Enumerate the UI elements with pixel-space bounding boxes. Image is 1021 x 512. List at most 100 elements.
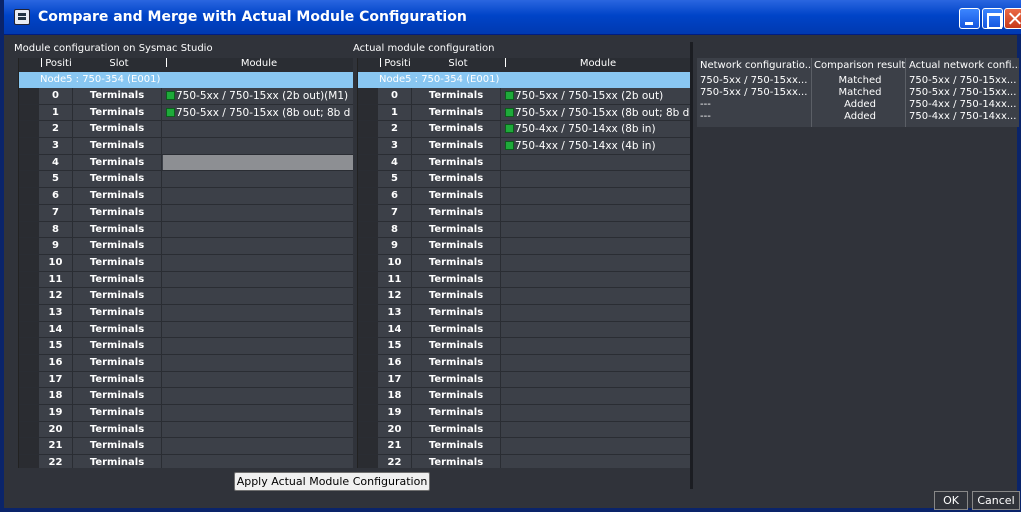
column-header-slot[interactable]: Slot xyxy=(79,58,159,69)
module-cell[interactable] xyxy=(163,372,353,388)
table-row[interactable]: 0 Terminals 750-5xx / 750-15xx (2b out)(M1… xyxy=(19,88,353,105)
module-cell[interactable] xyxy=(502,405,692,421)
table-row[interactable]: 10 Terminals xyxy=(358,254,692,272)
comparison-row[interactable]: 750-5xx / 750-15xx... Matched 750-5xx / 75… xyxy=(697,87,1019,99)
table-row[interactable]: 15 Terminals xyxy=(358,338,692,355)
ok-button[interactable]: OK xyxy=(934,491,968,510)
title-bar[interactable]: Compare and Merge with Actual Module Con… xyxy=(4,0,1021,35)
close-button[interactable] xyxy=(1004,8,1021,29)
comparison-table[interactable]: Network configuratio... Comparison resul… xyxy=(697,58,1019,127)
table-row[interactable]: 17 Terminals xyxy=(358,371,692,389)
module-cell[interactable] xyxy=(163,438,353,454)
apply-actual-config-button[interactable]: Apply Actual Module Configuration xyxy=(234,472,430,491)
minimize-button[interactable] xyxy=(959,8,980,29)
table-row[interactable]: 19 Terminals xyxy=(19,405,353,422)
module-cell[interactable] xyxy=(502,171,692,187)
module-cell[interactable] xyxy=(163,188,353,204)
table-row[interactable]: 14 Terminals xyxy=(19,321,353,339)
actual-module-grid[interactable]: Positi Slot Module Node5 : 750-354 (E001… xyxy=(357,58,692,468)
table-row[interactable]: 2 Terminals xyxy=(19,121,353,139)
table-row[interactable]: 7 Terminals xyxy=(358,204,692,222)
module-cell[interactable] xyxy=(502,222,692,238)
table-row[interactable]: 22 Terminals xyxy=(358,455,692,468)
column-header-network-config[interactable]: Network configuratio... xyxy=(700,60,810,74)
table-row[interactable]: 13 Terminals xyxy=(358,304,692,322)
table-row[interactable]: 6 Terminals xyxy=(358,188,692,205)
table-row[interactable]: 12 Terminals xyxy=(19,288,353,305)
table-row[interactable]: 20 Terminals xyxy=(358,421,692,439)
module-cell[interactable] xyxy=(502,455,692,468)
module-cell[interactable] xyxy=(163,238,353,254)
column-header-position[interactable]: Positi xyxy=(42,58,75,69)
column-header-module[interactable]: Module xyxy=(169,58,349,69)
module-cell[interactable] xyxy=(163,171,353,187)
module-cell[interactable] xyxy=(163,288,353,304)
module-cell[interactable] xyxy=(163,388,353,404)
table-row[interactable]: 21 Terminals xyxy=(19,438,353,456)
module-cell[interactable] xyxy=(502,255,692,271)
table-row[interactable]: 8 Terminals xyxy=(358,221,692,239)
module-cell[interactable] xyxy=(163,355,353,371)
module-cell[interactable] xyxy=(502,238,692,254)
panel-divider[interactable] xyxy=(690,42,693,489)
module-cell[interactable]: 750-4xx / 750-14xx (8b in) xyxy=(502,121,692,137)
node-row[interactable]: Node5 : 750-354 (E001) xyxy=(358,72,692,88)
column-header-module[interactable]: Module xyxy=(508,58,688,69)
table-row[interactable]: 14 Terminals xyxy=(358,321,692,339)
module-cell[interactable] xyxy=(163,272,353,288)
table-row[interactable]: 7 Terminals xyxy=(19,204,353,222)
cancel-button[interactable]: Cancel xyxy=(972,491,1020,510)
table-row[interactable]: 1 Terminals 750-5xx / 750-15xx (8b out; 8b… xyxy=(19,104,353,122)
module-cell[interactable] xyxy=(502,388,692,404)
module-cell[interactable] xyxy=(163,322,353,338)
module-cell[interactable] xyxy=(502,305,692,321)
table-row[interactable]: 15 Terminals xyxy=(19,338,353,355)
table-row[interactable]: 20 Terminals xyxy=(19,421,353,439)
table-row[interactable]: 12 Terminals xyxy=(358,288,692,305)
column-header-position[interactable]: Positi xyxy=(381,58,414,69)
module-cell[interactable]: 750-5xx / 750-15xx (2b out)(M1) xyxy=(163,88,353,104)
table-row[interactable]: 16 Terminals xyxy=(19,355,353,372)
module-cell[interactable]: 750-5xx / 750-15xx (8b out; 8b d xyxy=(163,105,353,121)
module-cell[interactable] xyxy=(163,338,353,354)
module-cell[interactable] xyxy=(163,205,353,221)
table-row[interactable]: 8 Terminals xyxy=(19,221,353,239)
column-header-slot[interactable]: Slot xyxy=(418,58,498,69)
table-row[interactable]: 0 Terminals 750-5xx / 750-15xx (2b out) xyxy=(358,88,692,105)
table-row[interactable]: 2 Terminals 750-4xx / 750-14xx (8b in) xyxy=(358,121,692,139)
module-cell[interactable] xyxy=(502,155,692,171)
table-row[interactable]: 16 Terminals xyxy=(358,355,692,372)
module-cell[interactable] xyxy=(163,422,353,438)
table-row[interactable]: 3 Terminals xyxy=(19,138,353,155)
table-row[interactable]: 21 Terminals xyxy=(358,438,692,456)
module-cell[interactable] xyxy=(502,422,692,438)
module-cell[interactable] xyxy=(502,372,692,388)
table-row[interactable]: 19 Terminals xyxy=(358,405,692,422)
comparison-row[interactable]: 750-5xx / 750-15xx... Matched 750-5xx / 75… xyxy=(697,75,1019,87)
module-cell[interactable]: 750-5xx / 750-15xx (2b out) xyxy=(502,88,692,104)
comparison-row[interactable]: --- Added 750-4xx / 750-14xx... xyxy=(697,111,1019,123)
module-cell[interactable] xyxy=(163,222,353,238)
column-header-comparison-result[interactable]: Comparison result xyxy=(814,60,906,74)
module-cell[interactable] xyxy=(502,272,692,288)
module-cell[interactable] xyxy=(502,322,692,338)
table-row[interactable]: 13 Terminals xyxy=(19,304,353,322)
module-cell[interactable] xyxy=(163,154,353,171)
node-row[interactable]: Node5 : 750-354 (E001) xyxy=(19,72,353,88)
module-cell[interactable] xyxy=(502,288,692,304)
table-row[interactable]: 6 Terminals xyxy=(19,188,353,205)
table-row[interactable]: 3 Terminals 750-4xx / 750-14xx (4b in) xyxy=(358,138,692,155)
module-cell[interactable]: 750-5xx / 750-15xx (8b out; 8b d xyxy=(502,105,692,121)
sysmac-module-grid[interactable]: Positi Slot Module Node5 : 750-354 (E001… xyxy=(18,58,353,468)
module-cell[interactable] xyxy=(502,188,692,204)
table-row[interactable]: 18 Terminals xyxy=(358,388,692,406)
module-cell[interactable] xyxy=(163,405,353,421)
module-cell[interactable] xyxy=(502,438,692,454)
module-cell[interactable] xyxy=(502,338,692,354)
table-row[interactable]: 11 Terminals xyxy=(19,271,353,289)
module-cell[interactable] xyxy=(163,255,353,271)
module-cell[interactable] xyxy=(163,305,353,321)
table-row[interactable]: 5 Terminals xyxy=(358,171,692,189)
table-row[interactable]: 9 Terminals xyxy=(358,238,692,255)
module-cell[interactable] xyxy=(163,121,353,137)
